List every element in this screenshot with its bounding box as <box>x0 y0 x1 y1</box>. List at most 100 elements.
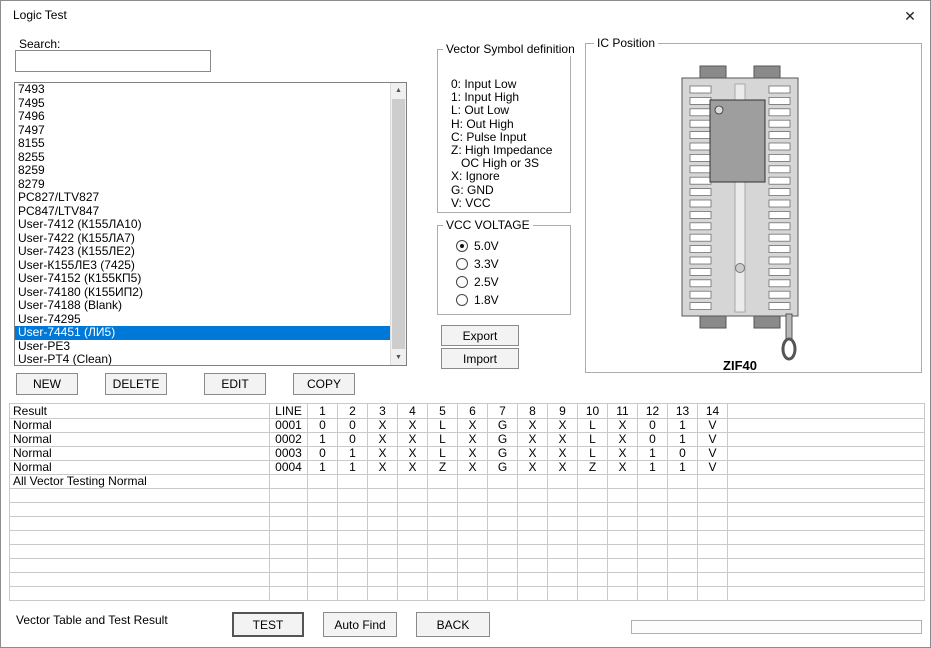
new-button[interactable]: NEW <box>16 373 78 395</box>
table-cell: 0 <box>308 447 338 461</box>
close-icon[interactable]: ✕ <box>900 6 920 26</box>
table-cell: All Vector Testing Normal <box>10 475 270 489</box>
vector-symbol-line: V: VCC <box>451 197 568 210</box>
ic-chip-graphic <box>710 100 765 182</box>
table-cell <box>428 587 458 601</box>
list-item[interactable]: User-74188 (Blank) <box>15 299 390 313</box>
list-item[interactable]: 7495 <box>15 97 390 111</box>
table-cell: X <box>398 447 428 461</box>
list-item[interactable]: User-К155ЛЕ3 (7425) <box>15 259 390 273</box>
test-button[interactable]: TEST <box>232 612 304 637</box>
table-cell <box>698 587 728 601</box>
list-item[interactable]: PC847/LTV847 <box>15 205 390 219</box>
table-cell <box>698 545 728 559</box>
table-cell <box>698 503 728 517</box>
table-cell <box>668 559 698 573</box>
table-cell <box>428 503 458 517</box>
list-item[interactable]: 8279 <box>15 178 390 192</box>
delete-button[interactable]: DELETE <box>105 373 167 395</box>
list-item[interactable]: User-PE3 <box>15 340 390 354</box>
list-item[interactable]: User-74451 (ЛИ5) <box>15 326 390 340</box>
list-item[interactable]: 8255 <box>15 151 390 165</box>
back-button[interactable]: BACK <box>416 612 490 637</box>
radio-icon[interactable] <box>456 258 468 270</box>
table-cell <box>668 517 698 531</box>
list-item[interactable]: User-74180 (К155ИП2) <box>15 286 390 300</box>
radio-icon[interactable] <box>456 276 468 288</box>
table-cell: 1 <box>308 433 338 447</box>
copy-button[interactable]: COPY <box>293 373 355 395</box>
list-item[interactable]: 7497 <box>15 124 390 138</box>
edit-button[interactable]: EDIT <box>204 373 266 395</box>
list-item[interactable]: 7496 <box>15 110 390 124</box>
table-cell <box>728 517 925 531</box>
table-cell: L <box>578 419 608 433</box>
scrollbar[interactable]: ▲ ▼ <box>390 83 406 365</box>
table-cell: X <box>608 433 638 447</box>
table-cell: X <box>458 447 488 461</box>
table-cell <box>428 573 458 587</box>
table-cell <box>728 587 925 601</box>
table-cell: Normal <box>10 461 270 475</box>
table-cell <box>428 545 458 559</box>
table-cell <box>458 531 488 545</box>
scrollbar-thumb[interactable] <box>392 99 405 349</box>
auto-find-button[interactable]: Auto Find <box>323 612 397 637</box>
table-cell <box>488 545 518 559</box>
list-item[interactable]: User-7422 (К155ЛА7) <box>15 232 390 246</box>
list-item[interactable]: User-74295 <box>15 313 390 327</box>
table-cell <box>428 531 458 545</box>
table-cell: X <box>398 433 428 447</box>
vcc-option[interactable]: 3.3V <box>456 256 499 271</box>
list-item[interactable]: User-7412 (К155ЛА10) <box>15 218 390 232</box>
vcc-option[interactable]: 5.0V <box>456 238 499 253</box>
list-item[interactable]: 8155 <box>15 137 390 151</box>
table-cell <box>338 559 368 573</box>
table-cell <box>608 545 638 559</box>
list-item[interactable]: 8259 <box>15 164 390 178</box>
table-cell: 0 <box>638 433 668 447</box>
table-cell <box>398 475 428 489</box>
table-cell <box>578 503 608 517</box>
table-cell <box>10 587 270 601</box>
radio-icon[interactable] <box>456 240 468 252</box>
table-cell <box>398 545 428 559</box>
table-cell <box>668 475 698 489</box>
table-cell <box>398 503 428 517</box>
table-cell <box>518 587 548 601</box>
table-cell: X <box>608 419 638 433</box>
list-item[interactable]: User-7423 (К155ЛЕ2) <box>15 245 390 259</box>
import-button[interactable]: Import <box>441 348 519 369</box>
table-cell <box>698 517 728 531</box>
vcc-option[interactable]: 1.8V <box>456 292 499 307</box>
column-header: 8 <box>518 404 548 419</box>
list-item[interactable]: PC827/LTV827 <box>15 191 390 205</box>
vcc-voltage-title: VCC VOLTAGE <box>443 218 533 232</box>
search-input[interactable] <box>15 50 211 72</box>
table-cell <box>728 447 925 461</box>
table-cell: X <box>518 433 548 447</box>
export-button[interactable]: Export <box>441 325 519 346</box>
table-cell <box>578 545 608 559</box>
list-item[interactable]: User-74152 (К155КП5) <box>15 272 390 286</box>
table-cell <box>368 475 398 489</box>
scroll-up-icon[interactable]: ▲ <box>391 83 406 98</box>
scroll-down-icon[interactable]: ▼ <box>391 350 406 365</box>
footer-label: Vector Table and Test Result <box>16 613 168 627</box>
table-header-row: ResultLINE1234567891011121314 <box>10 404 925 419</box>
table-cell: Normal <box>10 419 270 433</box>
list-item[interactable]: 7493 <box>15 83 390 97</box>
list-item[interactable]: User-PT4 (Clean) <box>15 353 390 365</box>
table-cell <box>578 475 608 489</box>
column-header: 3 <box>368 404 398 419</box>
table-cell: 0001 <box>270 419 308 433</box>
table-cell <box>10 503 270 517</box>
table-cell <box>458 489 488 503</box>
table-empty-row <box>10 531 925 545</box>
table-cell: G <box>488 419 518 433</box>
table-cell: L <box>428 433 458 447</box>
table-cell <box>578 559 608 573</box>
vcc-option[interactable]: 2.5V <box>456 274 499 289</box>
table-cell <box>270 503 308 517</box>
radio-icon[interactable] <box>456 294 468 306</box>
